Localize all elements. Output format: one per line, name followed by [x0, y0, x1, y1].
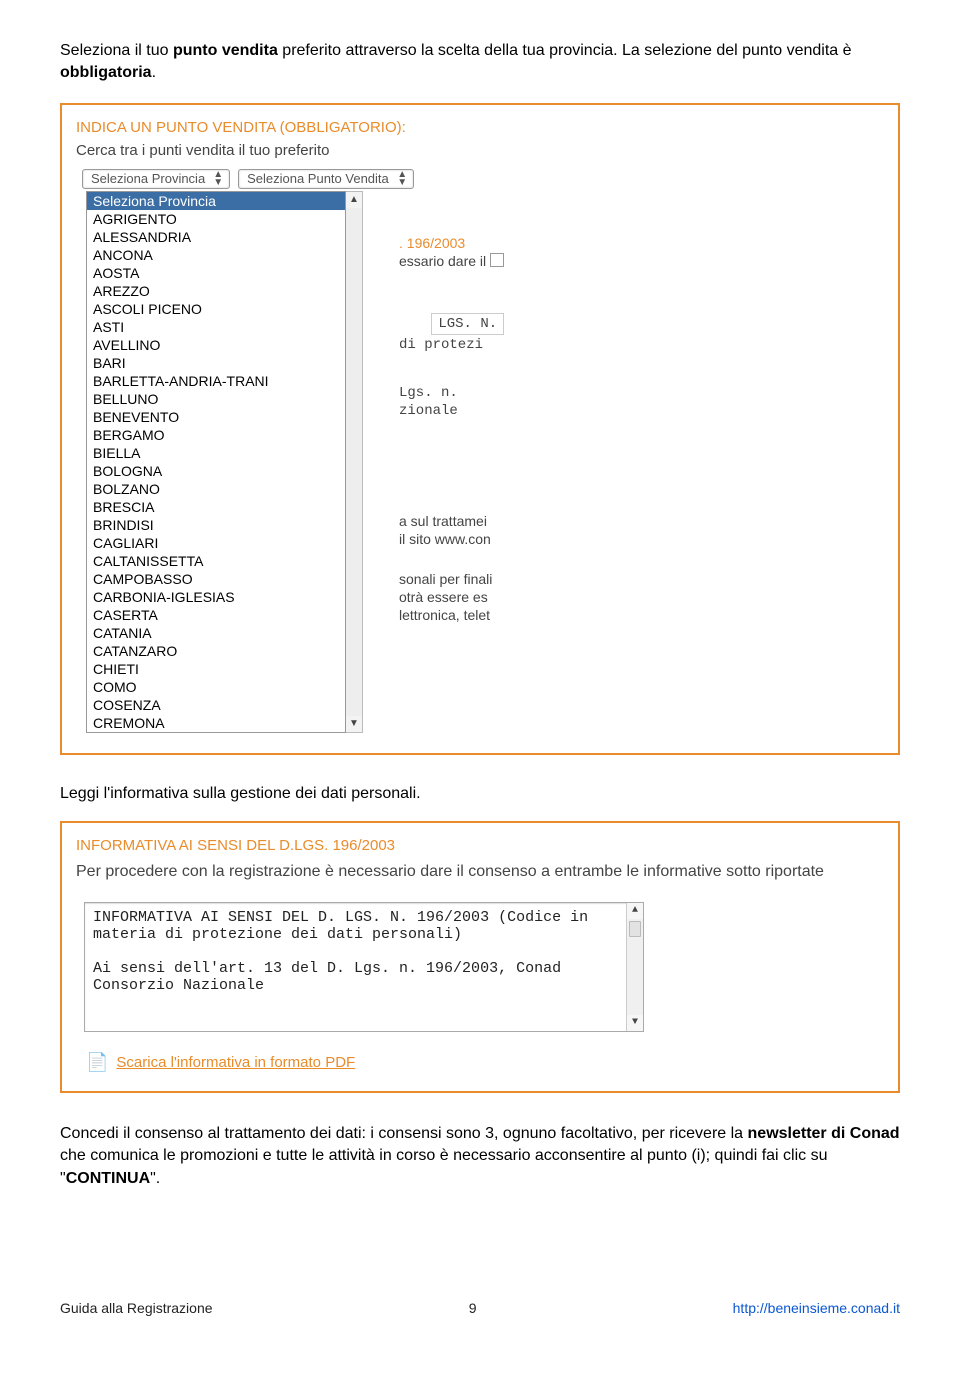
mid-text: Leggi l'informativa sulla gestione dei d… [60, 785, 900, 803]
scroll-down-icon[interactable]: ▼ [346, 716, 362, 732]
box2-body: Per procedere con la registrazione è nec… [76, 860, 884, 884]
informativa-text: INFORMATIVA AI SENSI DEL D. LGS. N. 196/… [85, 903, 626, 1031]
box1-subtitle: Cerca tra i punti vendita il tuo preferi… [76, 142, 884, 159]
province-option[interactable]: COMO [87, 678, 345, 696]
province-option[interactable]: BIELLA [87, 444, 345, 462]
province-option[interactable]: CATANIA [87, 624, 345, 642]
bg-mono-d: zionale [399, 403, 504, 419]
bg-txt-a: a sul trattamei [399, 513, 504, 529]
pdf-icon: 📄 [86, 1052, 108, 1073]
province-option[interactable]: BRINDISI [87, 516, 345, 534]
background-peek: . 196/2003 essario dare il LGS. N. di pr… [393, 191, 504, 623]
informativa-box: INFORMATIVA AI SENSI DEL D.LGS. 196/2003… [60, 821, 900, 1093]
body-bold1: newsletter di Conad [748, 1125, 900, 1142]
province-option[interactable]: CREMONA [87, 714, 345, 732]
province-option[interactable]: ASCOLI PICENO [87, 300, 345, 318]
bg-txt-b: il sito www.con [399, 531, 504, 547]
province-option[interactable]: CAGLIARI [87, 534, 345, 552]
intro-mid: preferito attraverso la scelta della tua… [278, 42, 852, 59]
province-option[interactable]: COSENZA [87, 696, 345, 714]
province-option[interactable]: BOLOGNA [87, 462, 345, 480]
intro-lead: Seleziona il tuo [60, 42, 173, 59]
intro-bold-2: obbligatoria [60, 64, 152, 81]
footer-left: Guida alla Registrazione [60, 1300, 213, 1316]
select-punto-label: Seleziona Punto Vendita [247, 171, 389, 186]
province-option[interactable]: BARI [87, 354, 345, 372]
province-option[interactable]: CARBONIA-IGLESIAS [87, 588, 345, 606]
scroll-track[interactable] [627, 937, 643, 1015]
province-option[interactable]: BENEVENTO [87, 408, 345, 426]
bg-mono-a: LGS. N. [438, 316, 497, 332]
footer-url: http://beneinsieme.conad.it [733, 1300, 900, 1316]
informativa-textarea[interactable]: INFORMATIVA AI SENSI DEL D. LGS. N. 196/… [84, 902, 644, 1032]
listbox-scrollbar[interactable]: ▲ ▼ [346, 191, 363, 733]
province-option[interactable]: AGRIGENTO [87, 210, 345, 228]
scroll-down-icon[interactable]: ▼ [627, 1015, 643, 1031]
select-provincia[interactable]: Seleziona Provincia ▲▼ [82, 169, 230, 189]
bg-line-1: essario dare il [399, 253, 486, 269]
select-punto-vendita[interactable]: Seleziona Punto Vendita ▲▼ [238, 169, 414, 189]
punto-vendita-box: INDICA UN PUNTO VENDITA (OBBLIGATORIO): … [60, 103, 900, 755]
intro-end: . [152, 64, 156, 81]
intro-paragraph: Seleziona il tuo punto vendita preferito… [60, 40, 900, 85]
pdf-download-link[interactable]: Scarica l'informativa in formato PDF [116, 1054, 355, 1071]
intro-bold-1: punto vendita [173, 42, 278, 59]
bg-mono-c: Lgs. n. [399, 385, 504, 401]
body-p1b: che comunica le promozioni e tutte le at… [60, 1147, 828, 1186]
box2-title: INFORMATIVA AI SENSI DEL D.LGS. 196/2003 [76, 837, 884, 854]
province-option[interactable]: CATANZARO [87, 642, 345, 660]
bg-txt-d: otrà essere es [399, 589, 504, 605]
province-option[interactable]: ANCONA [87, 246, 345, 264]
bg-txt-e: lettronica, telet [399, 607, 504, 623]
sort-icon: ▲▼ [213, 171, 223, 187]
textarea-scrollbar[interactable]: ▲ ▼ [626, 903, 643, 1031]
body-bold2: CONTINUA [66, 1170, 150, 1187]
box1-title: INDICA UN PUNTO VENDITA (OBBLIGATORIO): [76, 119, 884, 136]
province-option[interactable]: Seleziona Provincia [87, 192, 345, 210]
province-option[interactable]: BELLUNO [87, 390, 345, 408]
province-option[interactable]: ASTI [87, 318, 345, 336]
select-provincia-label: Seleziona Provincia [91, 171, 205, 186]
scroll-up-icon[interactable]: ▲ [627, 903, 643, 919]
province-option[interactable]: BRESCIA [87, 498, 345, 516]
province-listbox[interactable]: Seleziona ProvinciaAGRIGENTOALESSANDRIAA… [86, 191, 363, 733]
province-option[interactable]: CALTANISSETTA [87, 552, 345, 570]
province-option[interactable]: BARLETTA-ANDRIA-TRANI [87, 372, 345, 390]
scroll-thumb[interactable] [629, 921, 641, 937]
scroll-track[interactable] [346, 208, 362, 716]
body-paragraph: Concedi il consenso al trattamento dei d… [60, 1123, 900, 1190]
province-option[interactable]: BOLZANO [87, 480, 345, 498]
province-option[interactable]: BERGAMO [87, 426, 345, 444]
province-option[interactable]: ALESSANDRIA [87, 228, 345, 246]
province-option[interactable]: CASERTA [87, 606, 345, 624]
body-p1c: ". [150, 1170, 160, 1187]
bg-mono-b: di protezi [399, 337, 504, 353]
province-option[interactable]: AVELLINO [87, 336, 345, 354]
bg-txt-c: sonali per finali [399, 571, 504, 587]
sort-icon: ▲▼ [397, 171, 407, 187]
body-p1a: Concedi il consenso al trattamento dei d… [60, 1125, 748, 1142]
footer-page: 9 [469, 1300, 477, 1316]
province-option[interactable]: AREZZO [87, 282, 345, 300]
page-footer: Guida alla Registrazione 9 http://benein… [60, 1300, 900, 1316]
province-option[interactable]: CHIETI [87, 660, 345, 678]
bg-orange-text: . 196/2003 [399, 235, 504, 251]
scroll-up-icon[interactable]: ▲ [346, 192, 362, 208]
province-option[interactable]: AOSTA [87, 264, 345, 282]
province-option[interactable]: CAMPOBASSO [87, 570, 345, 588]
